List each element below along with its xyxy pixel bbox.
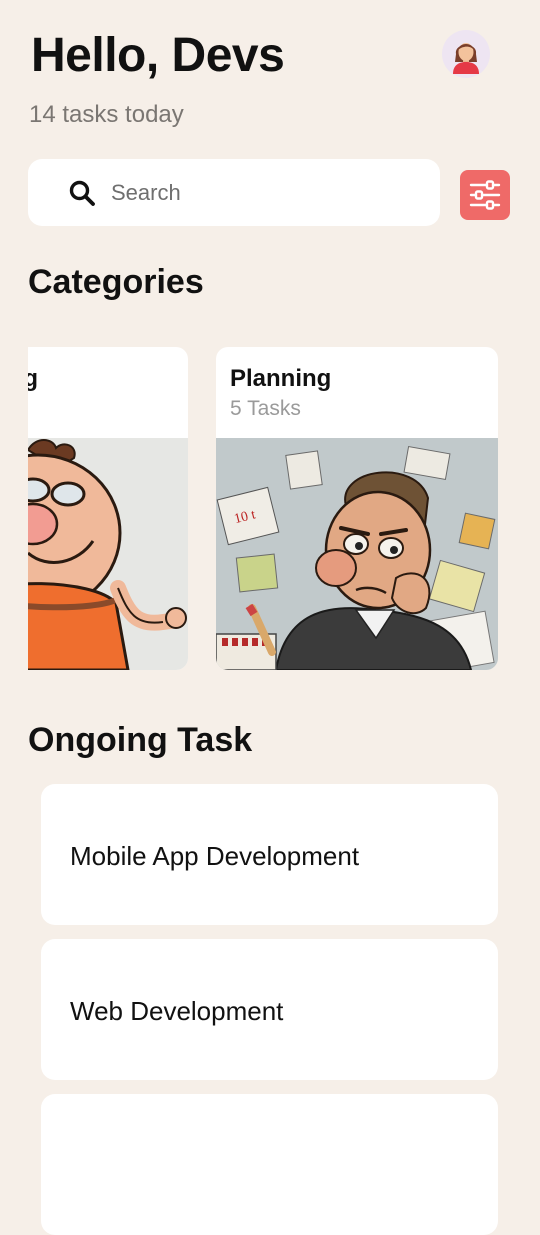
task-card[interactable]: Mobile App Development <box>41 784 498 925</box>
search-input[interactable] <box>111 179 411 206</box>
categories-carousel[interactable]: g Planning 5 Tasks 10 t <box>28 347 540 670</box>
category-title: g <box>28 365 38 392</box>
task-card[interactable] <box>41 1094 498 1235</box>
category-card[interactable]: g <box>28 347 188 670</box>
ongoing-task-title: Ongoing Task <box>28 721 253 759</box>
category-count: 5 Tasks <box>230 397 301 420</box>
tasks-today-subtitle: 14 tasks today <box>29 101 184 128</box>
task-title: Mobile App Development <box>70 841 360 871</box>
cartoon-thinking-man-image: 10 t <box>216 438 498 670</box>
categories-title: Categories <box>28 263 204 301</box>
greeting-title: Hello, Devs <box>31 29 285 82</box>
filter-button[interactable] <box>460 170 510 220</box>
task-title: Web Development <box>70 996 284 1026</box>
category-card-planning[interactable]: Planning 5 Tasks 10 t <box>216 347 498 670</box>
sliders-icon <box>469 180 501 210</box>
search-icon <box>67 178 97 208</box>
cartoon-bald-man-image <box>28 438 188 670</box>
woman-avatar-icon <box>453 43 479 74</box>
profile-avatar[interactable] <box>442 30 490 78</box>
search-bar[interactable] <box>28 159 440 226</box>
task-card[interactable]: Web Development <box>41 939 498 1080</box>
category-title: Planning <box>230 365 332 392</box>
